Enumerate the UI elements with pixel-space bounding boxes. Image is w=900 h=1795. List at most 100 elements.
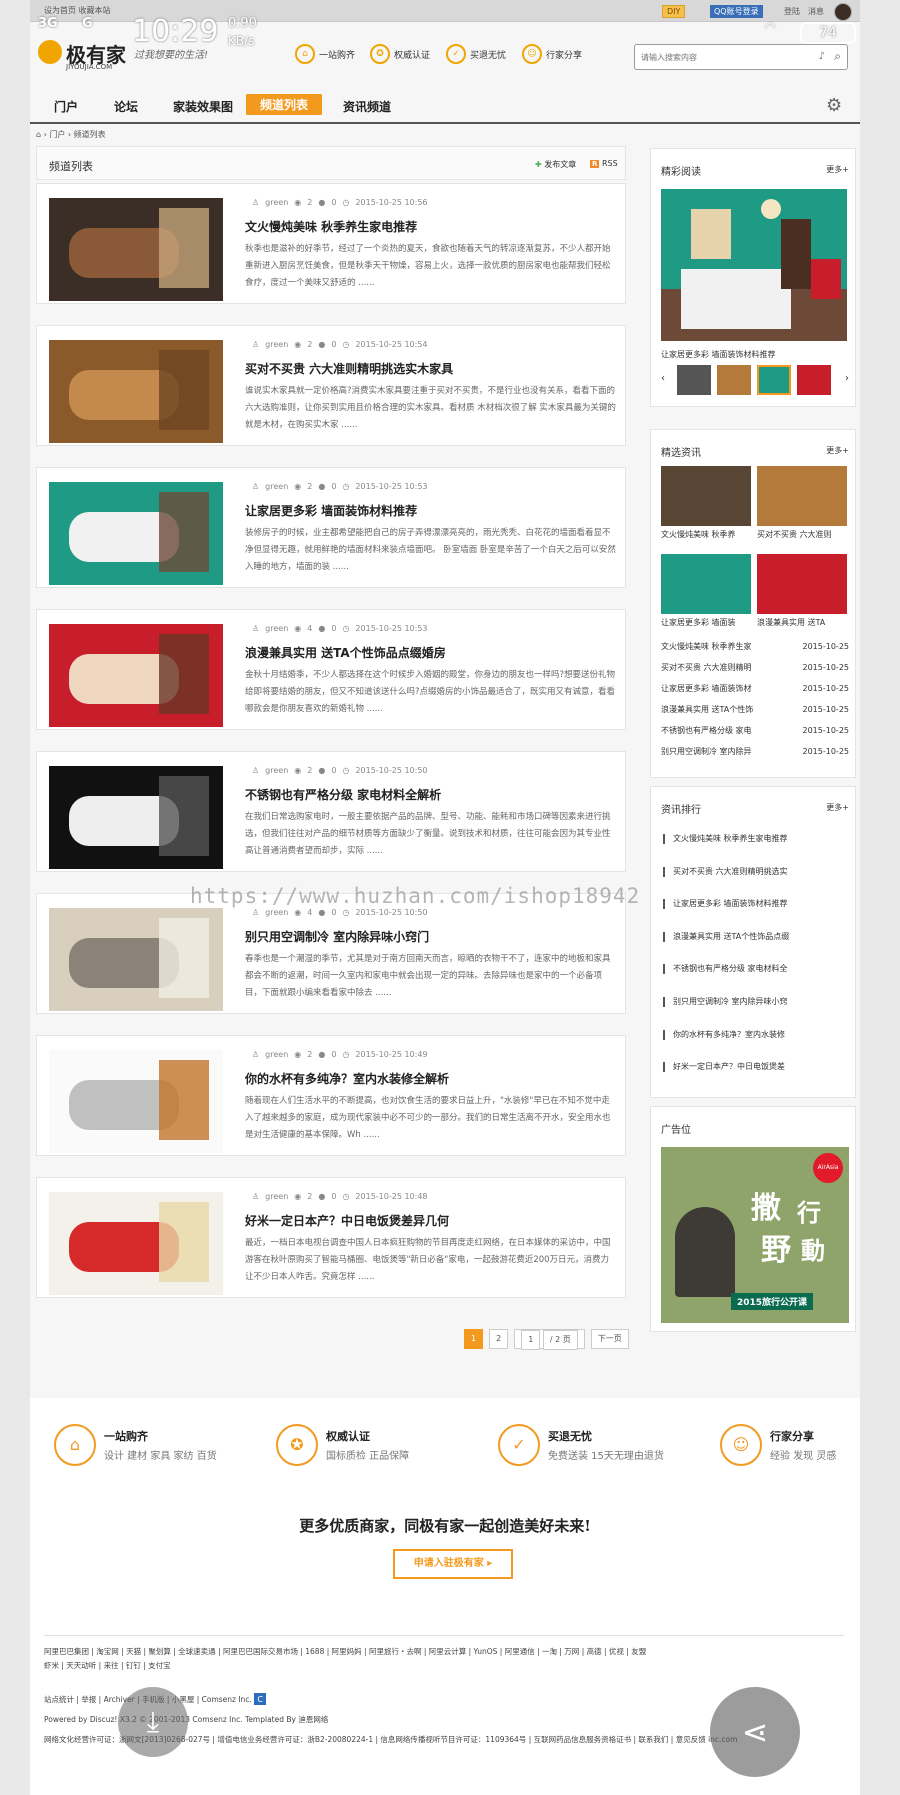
share-icon[interactable]: ⋖ xyxy=(710,1687,800,1777)
article-thumbnail[interactable] xyxy=(49,340,223,443)
article-card[interactable]: ♙ green ◉ 2 ● 0 ◷ 2015-10-25 10:54 买对不买贵 六大准则精明挑… xyxy=(36,325,626,446)
home-icon[interactable]: ⌂ xyxy=(36,130,41,139)
article-author[interactable]: green xyxy=(265,340,288,349)
rank-item[interactable]: 文火慢炖美味 秋季养生家电推荐 xyxy=(661,823,849,856)
plus-icon: ✚ xyxy=(535,160,542,169)
article-author[interactable]: green xyxy=(265,198,288,207)
post-article-link[interactable]: ✚ 发布文章 xyxy=(535,159,576,170)
list-item[interactable]: 别只用空调制冷 室内除异 2015-10-25 xyxy=(661,741,849,762)
next-page-button[interactable]: 下一页 xyxy=(590,1329,629,1349)
nav-forum[interactable]: 论坛 xyxy=(114,98,138,115)
chevron-left-icon[interactable]: ‹ xyxy=(661,373,665,384)
footer-feature-title: 权威认证 xyxy=(326,1430,370,1443)
rank-item[interactable]: 不锈钢也有严格分级 家电材料全 xyxy=(661,953,849,986)
footer-feature[interactable]: ✪ 权威认证 国标质检 正品保障 xyxy=(276,1424,409,1466)
rank-item[interactable]: 别只用空调制冷 室内除异味小窍 xyxy=(661,986,849,1019)
thumb-item[interactable] xyxy=(797,365,831,395)
article-meta: ♙ green ◉ 2 ● 0 ◷ 2015-10-25 10:54 xyxy=(252,340,428,349)
footer-feature[interactable]: ☺ 行家分享 经验 发现 灵感 xyxy=(720,1424,836,1466)
article-title[interactable]: 别只用空调制冷 室内除异味小窍门 xyxy=(245,928,429,945)
rank-item[interactable]: 好米一定日本产？中日电饭煲差 xyxy=(661,1051,849,1084)
nav-portal[interactable]: 门户 xyxy=(54,98,78,115)
page-2[interactable]: 2 xyxy=(489,1329,509,1349)
featured-caption[interactable]: 让家居更多彩 墙面装饰材料推荐 xyxy=(661,349,776,360)
thumb-item[interactable] xyxy=(717,365,751,395)
footer-links-row[interactable]: 阿里巴巴集团 | 淘宝网 | 天猫 | 聚划算 | 全球速卖通 | 阿里巴巴国际… xyxy=(44,1645,824,1659)
page-1[interactable]: 1 xyxy=(464,1329,484,1349)
news-item-title: 别只用空调制冷 室内除异 xyxy=(661,747,752,756)
rank-more-link[interactable]: 更多+ xyxy=(826,802,849,813)
ad-banner[interactable]: AirAsia 撒 行 野 動 2015旅行公开课 xyxy=(661,1147,849,1323)
article-author[interactable]: green xyxy=(265,908,288,917)
article-card[interactable]: ♙ green ◉ 2 ● 0 ◷ 2015-10-25 10:48 好米一定日本产？中日电饭煲… xyxy=(36,1177,626,1298)
rss-link[interactable]: R RSS xyxy=(590,159,618,168)
comment-icon: ● xyxy=(318,340,326,349)
news-thumb-caption[interactable]: 浪漫兼具实用 送TA xyxy=(757,617,825,628)
thumb-item[interactable] xyxy=(757,365,791,395)
article-title[interactable]: 浪漫兼具实用 送TA个性饰品点缀婚房 xyxy=(245,644,446,661)
article-thumbnail[interactable] xyxy=(49,482,223,585)
news-thumb[interactable] xyxy=(661,554,751,614)
featured-image[interactable] xyxy=(661,189,847,341)
list-item[interactable]: 不锈钢也有严格分级 家电 2015-10-25 xyxy=(661,720,849,741)
article-card[interactable]: ♙ green ◉ 2 ● 0 ◷ 2015-10-25 10:49 你的水杯有多纯净？室内水装… xyxy=(36,1035,626,1156)
article-card[interactable]: ♙ green ◉ 4 ● 0 ◷ 2015-10-25 10:53 浪漫兼具实用 送TA个性饰… xyxy=(36,609,626,730)
list-item[interactable]: 文火慢炖美味 秋季养生家 2015-10-25 xyxy=(661,636,849,657)
rank-item[interactable]: 让家居更多彩 墙面装饰材料推荐 xyxy=(661,888,849,921)
article-thumbnail[interactable] xyxy=(49,198,223,301)
article-thumbnail[interactable] xyxy=(49,1192,223,1295)
footer-links-row[interactable]: 虾米 | 天天动听 | 来往 | 钉钉 | 支付宝 xyxy=(44,1659,824,1673)
article-title[interactable]: 文火慢炖美味 秋季养生家电推荐 xyxy=(245,218,417,235)
article-comments: 0 xyxy=(331,766,337,775)
article-author[interactable]: green xyxy=(265,482,288,491)
article-card[interactable]: ♙ green ◉ 2 ● 0 ◷ 2015-10-25 10:53 让家居更多彩 墙面装饰材料… xyxy=(36,467,626,588)
news-thumb[interactable] xyxy=(757,466,847,526)
chevron-right-icon[interactable]: › xyxy=(845,373,849,384)
rank-item[interactable]: 浪漫兼具实用 送TA个性饰品点缀 xyxy=(661,921,849,954)
news-thumb[interactable] xyxy=(661,466,751,526)
article-author[interactable]: green xyxy=(265,766,288,775)
article-title[interactable]: 让家居更多彩 墙面装饰材料推荐 xyxy=(245,502,417,519)
article-title[interactable]: 买对不买贵 六大准则精明挑选实木家具 xyxy=(245,360,453,377)
user-icon: ♙ xyxy=(252,1050,260,1059)
page-input[interactable]: 1 / 2 页 xyxy=(514,1329,585,1350)
clock-icon: ◷ xyxy=(342,1192,350,1201)
article-thumbnail[interactable] xyxy=(49,624,223,727)
list-item[interactable]: 买对不买贵 六大准则精明 2015-10-25 xyxy=(661,657,849,678)
article-card[interactable]: ♙ green ◉ 2 ● 0 ◷ 2015-10-25 10:50 不锈钢也有严格分级 家电材… xyxy=(36,751,626,872)
nav-decor[interactable]: 家装效果图 xyxy=(173,98,233,115)
footer-feature[interactable]: ⌂ 一站购齐 设计 建材 家具 家纺 百货 xyxy=(54,1424,217,1466)
rank-panel: 资讯排行 更多+ 文火慢炖美味 秋季养生家电推荐 买对不买贵 六大准则精明挑选实… xyxy=(650,786,856,1098)
download-icon[interactable]: ⤓ xyxy=(118,1687,188,1757)
article-title[interactable]: 好米一定日本产？中日电饭煲差异几何 xyxy=(245,1212,449,1229)
article-thumbnail[interactable] xyxy=(49,908,223,1011)
featured-more-link[interactable]: 更多+ xyxy=(826,164,849,175)
nav-channel-list[interactable]: 频道列表 xyxy=(246,94,323,115)
nav-news[interactable]: 资讯频道 xyxy=(343,98,391,115)
article-author[interactable]: green xyxy=(265,1192,288,1201)
article-title[interactable]: 你的水杯有多纯净？室内水装修全解析 xyxy=(245,1070,449,1087)
cnzz-icon[interactable]: C xyxy=(254,1693,267,1705)
article-author[interactable]: green xyxy=(265,624,288,633)
list-item[interactable]: 让家居更多彩 墙面装饰材 2015-10-25 xyxy=(661,678,849,699)
rank-item[interactable]: 买对不买贵 六大准则精明挑选实 xyxy=(661,856,849,889)
article-card[interactable]: ♙ green ◉ 2 ● 0 ◷ 2015-10-25 10:56 文火慢炖美味 秋季养生家电… xyxy=(36,183,626,304)
breadcrumb-home[interactable]: 门户 xyxy=(49,130,65,139)
news-item-title: 浪漫兼具实用 送TA个性饰 xyxy=(661,705,754,714)
article-card[interactable]: ♙ green ◉ 4 ● 0 ◷ 2015-10-25 10:50 别只用空调制冷 室内除异味… xyxy=(36,893,626,1014)
article-author[interactable]: green xyxy=(265,1050,288,1059)
thumb-item[interactable] xyxy=(677,365,711,395)
article-title[interactable]: 不锈钢也有严格分级 家电材料全解析 xyxy=(245,786,441,803)
footer-feature[interactable]: ✓ 买退无忧 免费送装 15天无理由退货 xyxy=(498,1424,664,1466)
article-thumbnail[interactable] xyxy=(49,1050,223,1153)
news-thumb-caption[interactable]: 买对不买贵 六大准则 xyxy=(757,529,832,540)
apply-join-button[interactable]: 申请入驻极有家 ▸ xyxy=(393,1549,513,1579)
rank-item[interactable]: 你的水杯有多纯净？室内水装修 xyxy=(661,1019,849,1052)
news-more-link[interactable]: 更多+ xyxy=(826,445,849,456)
gear-icon[interactable]: ⚙ xyxy=(826,95,842,116)
news-thumb[interactable] xyxy=(757,554,847,614)
news-thumb-caption[interactable]: 让家居更多彩 墙面装 xyxy=(661,617,736,628)
article-thumbnail[interactable] xyxy=(49,766,223,869)
news-thumb-caption[interactable]: 文火慢炖美味 秋季养 xyxy=(661,529,736,540)
list-item[interactable]: 浪漫兼具实用 送TA个性饰 2015-10-25 xyxy=(661,699,849,720)
